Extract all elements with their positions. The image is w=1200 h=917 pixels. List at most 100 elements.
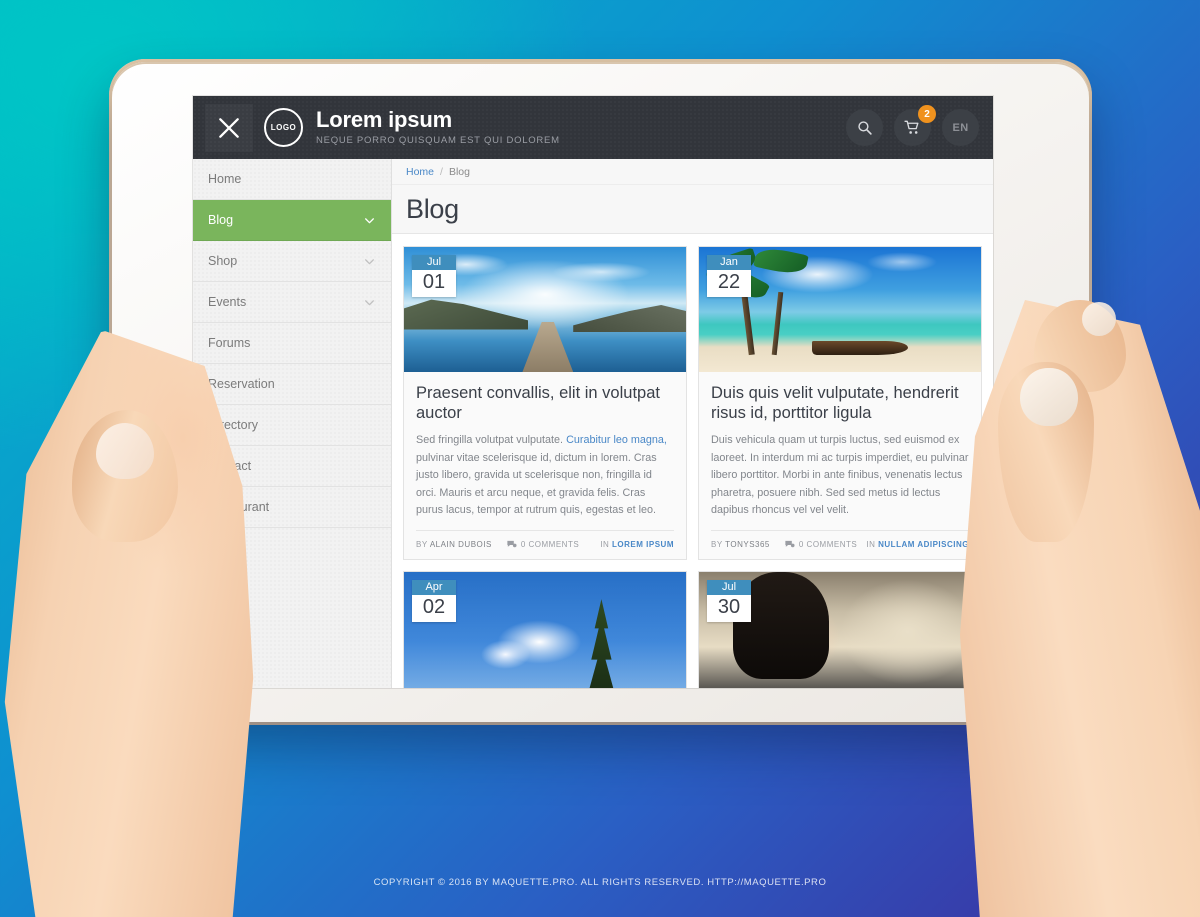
post-card[interactable]: Jul 01 Praesent convallis, elit in volut… xyxy=(403,246,687,560)
post-date-badge: Jul 01 xyxy=(412,255,456,297)
post-date-badge: Jan 22 xyxy=(707,255,751,297)
chevron-down-icon xyxy=(365,299,374,305)
post-image: Jan 22 xyxy=(699,247,981,372)
sidebar-item-restaurant[interactable]: Restaurant xyxy=(193,487,391,528)
sidebar-item-reservation[interactable]: Reservation xyxy=(193,364,391,405)
sidebar-item-label: Forums xyxy=(208,336,251,350)
post-card[interactable]: Apr 02 xyxy=(403,570,687,688)
by-label: BY xyxy=(416,539,428,549)
close-icon xyxy=(219,117,239,138)
chevron-down-icon xyxy=(365,217,374,223)
logo-text: LOGO xyxy=(270,123,297,132)
post-date-month: Jan xyxy=(707,255,751,270)
page-title: Blog xyxy=(406,193,459,224)
page-title-bar: Blog xyxy=(392,185,993,234)
post-date-day: 01 xyxy=(412,270,456,297)
site-logo[interactable]: LOGO xyxy=(264,108,303,147)
post-author: BY TONYS365 xyxy=(711,540,770,549)
post-card[interactable]: Jan 22 Duis quis velit vulputate, hendre… xyxy=(698,246,982,560)
home-button[interactable] xyxy=(135,431,187,483)
sidebar-item-label: Directory xyxy=(208,418,259,432)
post-excerpt: Sed fringilla volutpat vulputate. Curabi… xyxy=(416,432,674,519)
post-date-day: 22 xyxy=(707,270,751,297)
category-name[interactable]: NULLAM ADIPISCING xyxy=(878,540,969,549)
language-button[interactable]: EN xyxy=(942,109,979,146)
in-label: IN xyxy=(600,539,610,549)
post-date-day: 30 xyxy=(707,594,751,622)
post-body: Duis quis velit vulputate, hendrerit ris… xyxy=(699,372,981,520)
sidebar-item-label: Restaurant xyxy=(208,500,270,514)
site-title: Lorem ipsum xyxy=(316,107,452,133)
tablet-screen: LOGO Lorem ipsum NEQUE PORRO QUISQUAM ES… xyxy=(193,96,993,688)
sidebar-item-events[interactable]: Events xyxy=(193,282,391,323)
site-header: LOGO Lorem ipsum NEQUE PORRO QUISQUAM ES… xyxy=(193,96,993,159)
sidebar-item-label: Events xyxy=(208,295,247,309)
breadcrumb-separator: / xyxy=(440,165,443,178)
post-comments[interactable]: 0 COMMENTS xyxy=(784,539,857,550)
site-branding: Lorem ipsum NEQUE PORRO QUISQUAM EST QUI… xyxy=(316,109,560,146)
sidebar-item-label: Home xyxy=(208,172,242,186)
search-button[interactable] xyxy=(846,109,883,146)
category-name[interactable]: LOREM IPSUM xyxy=(612,540,674,549)
main-content: Home / Blog Blog Jul 01 Praesent convall… xyxy=(392,159,993,688)
post-excerpt-link[interactable]: Curabitur leo magna, xyxy=(566,434,667,446)
post-column-left: Jul 01 Praesent convallis, elit in volut… xyxy=(403,246,687,688)
comment-count-label: 0 COMMENTS xyxy=(520,539,580,549)
comment-bubble-icon xyxy=(785,540,795,547)
post-excerpt-part2: pulvinar vitae scelerisque id, dictum in… xyxy=(416,451,657,517)
search-icon xyxy=(858,121,872,135)
post-title[interactable]: Praesent convallis, elit in volutpat auc… xyxy=(416,383,674,423)
post-date-month: Jul xyxy=(412,255,456,270)
post-column-right: Jan 22 Duis quis velit vulputate, hendre… xyxy=(698,246,982,688)
post-meta: BY ALAIN DUBOIS 0 COMMENTS IN LOREM IPSU… xyxy=(416,529,674,559)
copyright-text: COPYRIGHT © 2016 BY MAQUETTE.PRO. ALL RI… xyxy=(373,877,827,888)
site-tagline: NEQUE PORRO QUISQUAM EST QUI DOLOREM xyxy=(316,135,560,147)
post-author: BY ALAIN DUBOIS xyxy=(416,540,492,549)
post-category: IN LOREM IPSUM xyxy=(600,540,674,549)
sidebar-item-blog[interactable]: Blog xyxy=(193,200,391,241)
sidebar-item-label: Reservation xyxy=(208,377,275,391)
post-title[interactable]: Duis quis velit vulputate, hendrerit ris… xyxy=(711,383,969,423)
cart-icon xyxy=(904,120,919,134)
post-comments[interactable]: 0 COMMENTS xyxy=(506,539,579,550)
palm-frond-shape xyxy=(753,247,810,277)
post-date-month: Apr xyxy=(412,579,456,595)
tree-shape xyxy=(587,599,616,688)
post-image: Apr 02 xyxy=(404,571,686,688)
cart-count-badge: 2 xyxy=(918,105,936,123)
jetty-shape xyxy=(522,322,574,372)
post-excerpt: Duis vehicula quam ut turpis luctus, sed… xyxy=(711,434,969,517)
post-body: Praesent convallis, elit in volutpat auc… xyxy=(404,372,686,520)
language-label: EN xyxy=(952,121,969,134)
post-image: Jul 30 xyxy=(699,571,981,688)
post-date-day: 02 xyxy=(412,594,456,622)
post-image: Jul 01 xyxy=(404,247,686,372)
comment-bubble-icon xyxy=(507,540,517,547)
cart-button[interactable]: 2 xyxy=(894,105,936,146)
post-date-badge: Jul 30 xyxy=(707,579,751,622)
post-category: IN NULLAM ADIPISCING xyxy=(866,540,969,549)
chevron-down-icon xyxy=(365,258,374,264)
by-label: BY xyxy=(711,539,723,549)
post-date-badge: Apr 02 xyxy=(412,579,456,622)
post-excerpt-part1: Sed fringilla volutpat vulputate. xyxy=(416,434,567,447)
header-actions: 2 EN xyxy=(846,105,979,146)
post-grid: Jul 01 Praesent convallis, elit in volut… xyxy=(392,234,993,688)
author-name[interactable]: ALAIN DUBOIS xyxy=(430,540,492,549)
sidebar-item-label: Contact xyxy=(208,459,252,473)
sidebar-item-forums[interactable]: Forums xyxy=(193,323,391,364)
post-card[interactable]: Jul 30 xyxy=(698,570,982,688)
breadcrumb-home-link[interactable]: Home xyxy=(406,166,434,178)
palm-tree-shape xyxy=(771,291,784,355)
sidebar-item-home[interactable]: Home xyxy=(193,159,391,200)
sidebar-item-directory[interactable]: Directory xyxy=(193,405,391,446)
breadcrumb: Home / Blog xyxy=(392,159,993,185)
page-body: Home Blog Shop Events Forums Reservation… xyxy=(193,159,993,688)
breadcrumb-current: Blog xyxy=(448,165,470,178)
sidebar-item-shop[interactable]: Shop xyxy=(193,241,391,282)
close-menu-button[interactable] xyxy=(205,103,253,152)
sidebar-item-label: Shop xyxy=(208,254,238,268)
sidebar-item-label: Blog xyxy=(208,213,234,227)
author-name[interactable]: TONYS365 xyxy=(725,540,770,549)
sidebar-item-contact[interactable]: Contact xyxy=(193,446,391,487)
